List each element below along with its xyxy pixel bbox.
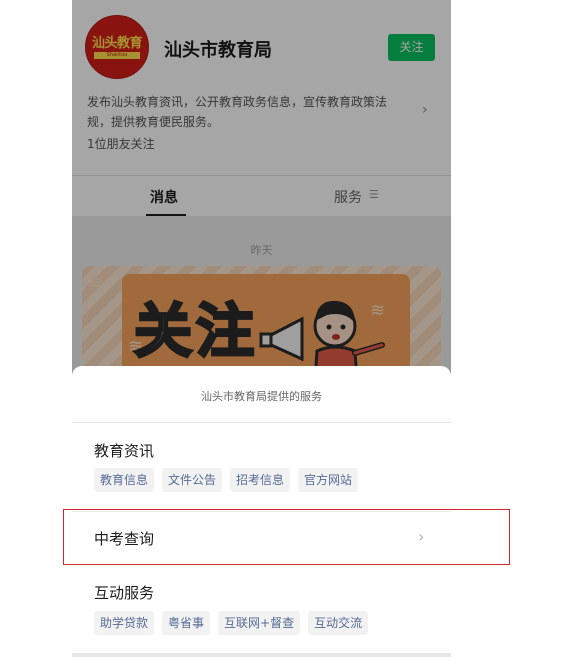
service-item-internet-supervision[interactable]: 互联网+督查 [218,611,301,635]
service-item-interaction[interactable]: 互动交流 [308,611,369,635]
sheet-bottom-bar [72,653,451,657]
service-item-education-info[interactable]: 教育信息 [94,468,155,492]
service-item-student-loan[interactable]: 助学贷款 [94,611,155,635]
highlight-box [63,509,510,565]
education-news-items: 教育信息 文件公告 招考信息 官方网站 [94,468,359,492]
interactive-services-items: 助学贷款 粤省事 互联网+督查 互动交流 [94,611,369,635]
sheet-title: 汕头市教育局提供的服务 [201,390,322,403]
service-item-official-website[interactable]: 官方网站 [298,468,359,492]
service-item-yue-sheng-shi[interactable]: 粤省事 [162,611,211,635]
divider [72,422,451,423]
service-item-file-announcements[interactable]: 文件公告 [162,468,223,492]
group-title-interactive-services: 互动服务 [94,584,155,602]
service-item-exam-info[interactable]: 招考信息 [230,468,291,492]
group-title-education-news: 教育资讯 [94,442,155,460]
